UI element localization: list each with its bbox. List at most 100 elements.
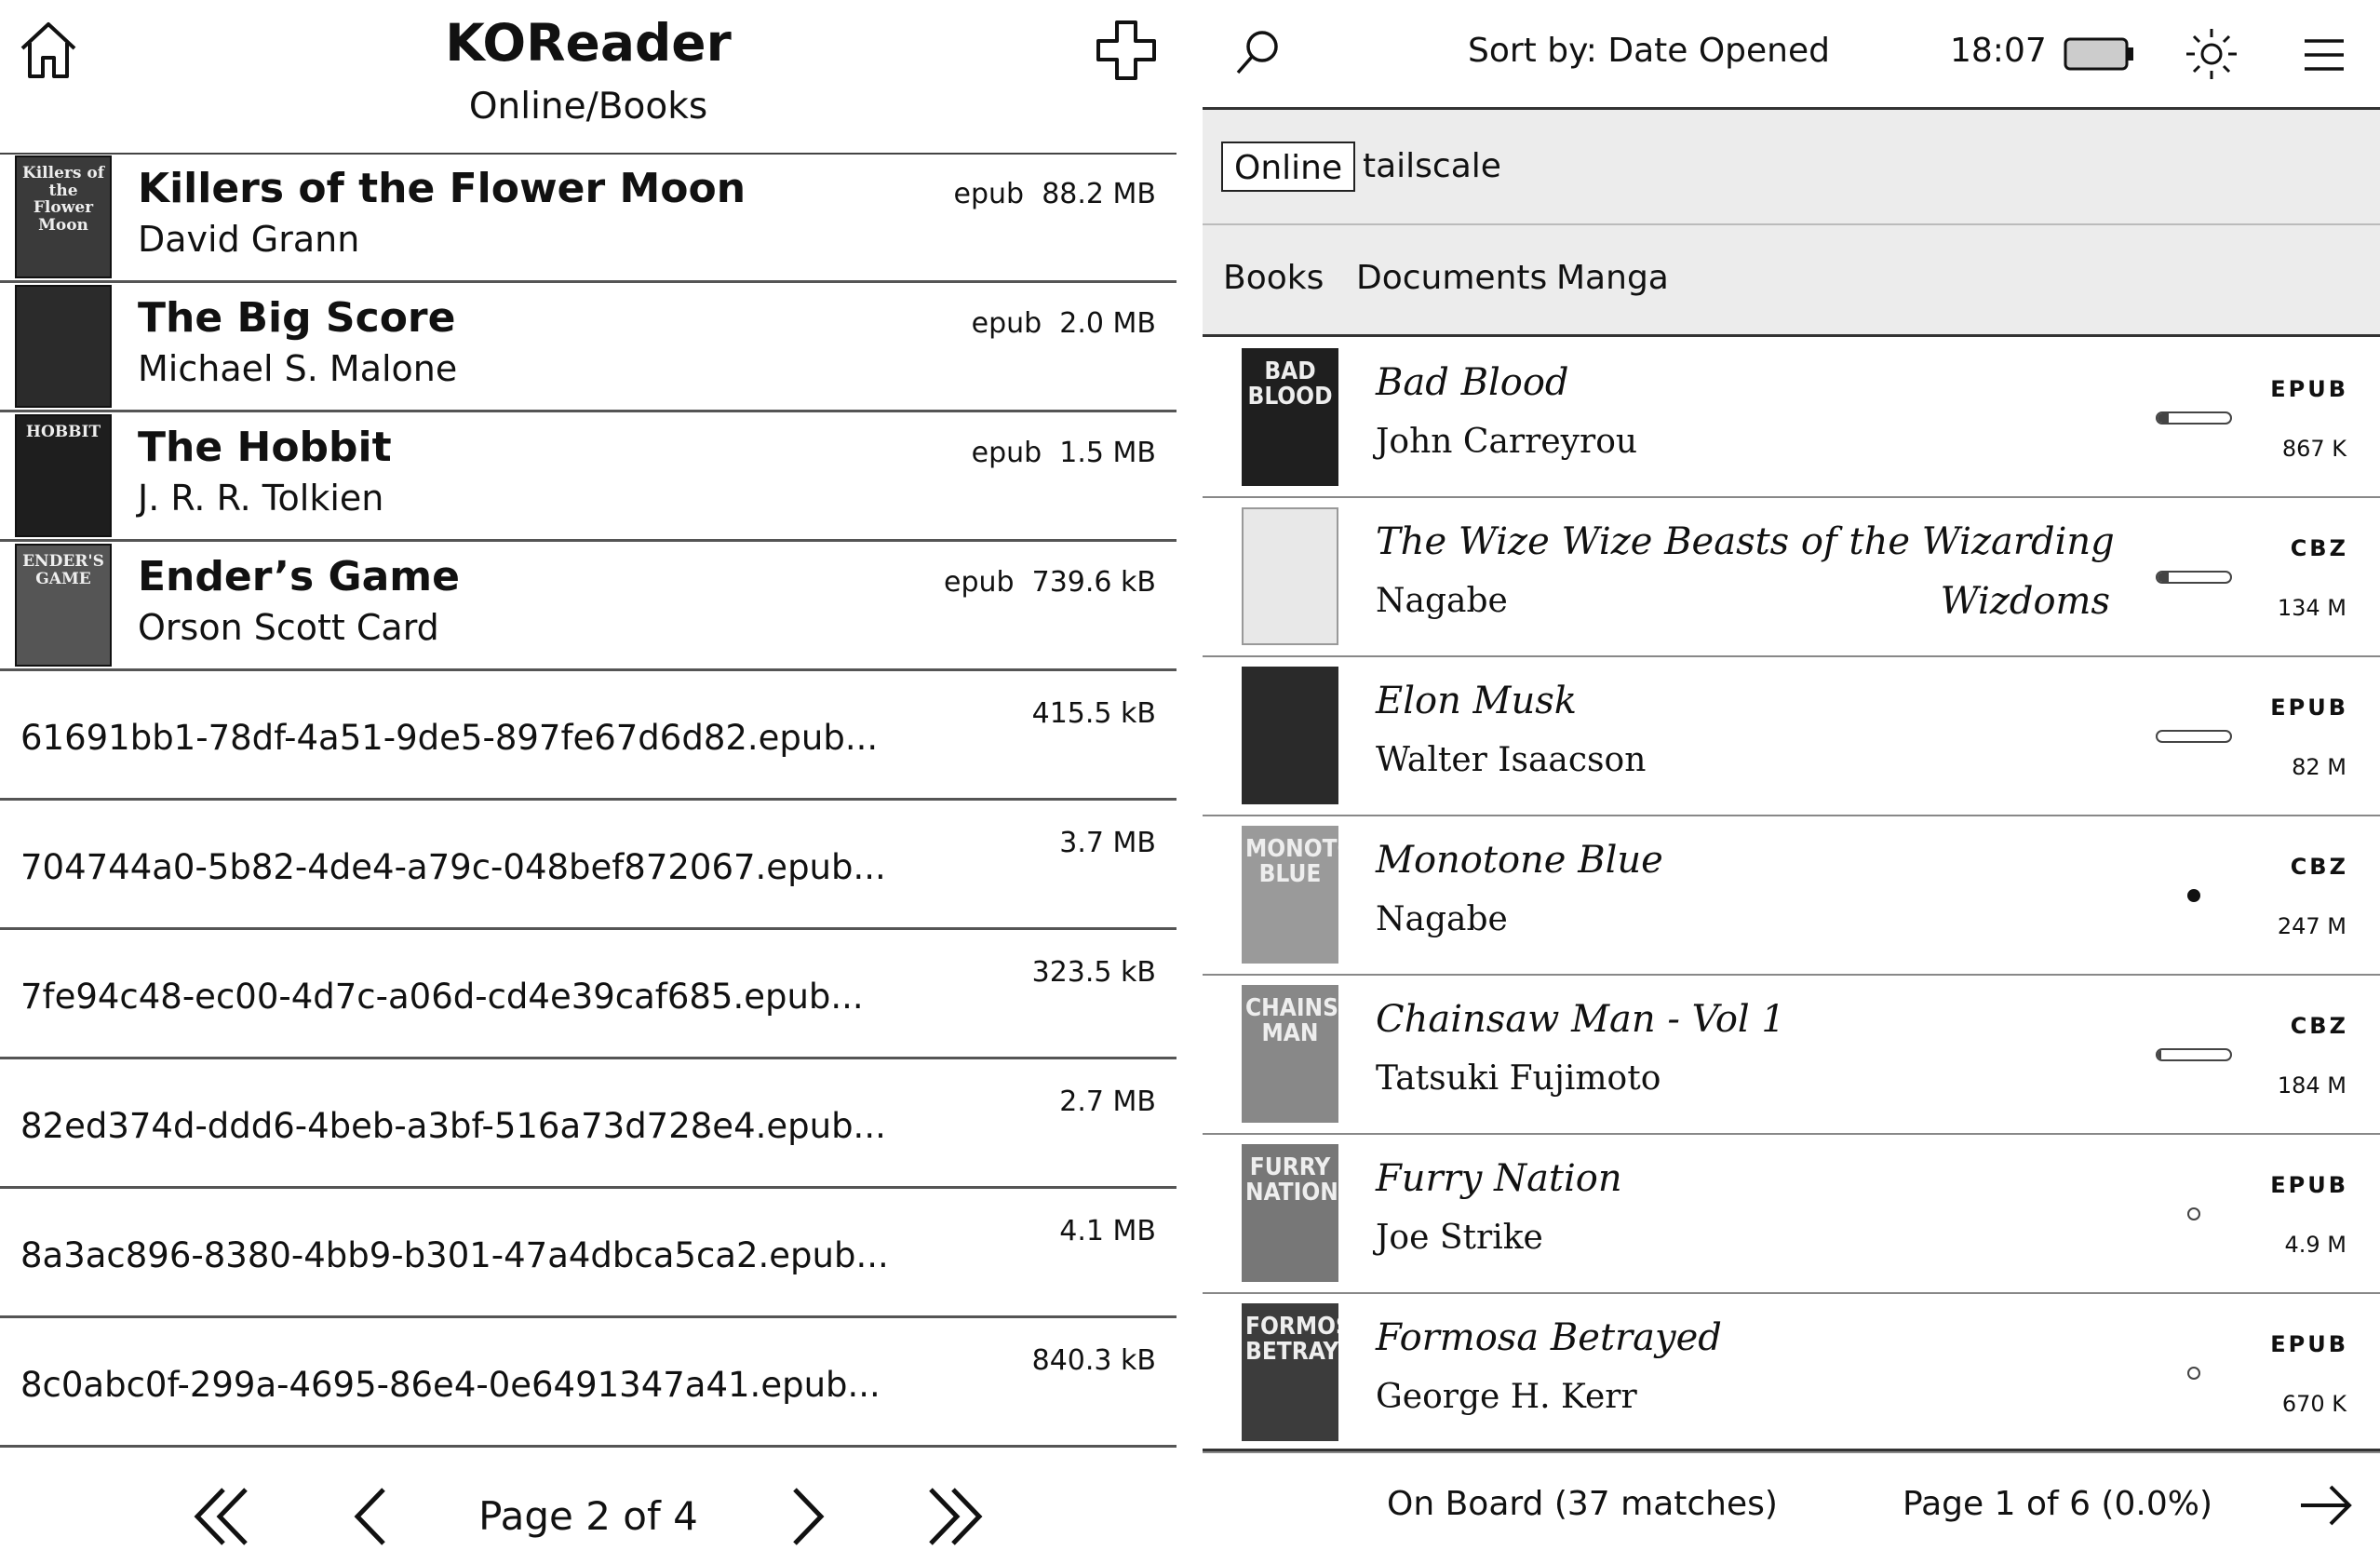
category-tabs: Books Documents Manga bbox=[1203, 225, 2380, 337]
first-page-icon[interactable] bbox=[182, 1480, 261, 1553]
item-size: 4.9 M bbox=[2284, 1232, 2346, 1258]
next-page-icon[interactable] bbox=[765, 1480, 843, 1553]
reading-progress-fill bbox=[2158, 573, 2169, 582]
tab-documents[interactable]: Documents bbox=[1356, 259, 1547, 297]
book-cover: BAD BLOOD bbox=[1242, 348, 1338, 486]
book-meta: epub 1.5 MB bbox=[972, 437, 1156, 469]
book-size: 2.0 MB bbox=[1059, 307, 1156, 340]
book-title: Killers of the Flower Moon bbox=[138, 165, 746, 212]
book-title: The Hobbit bbox=[138, 424, 392, 471]
app-title: KOReader bbox=[445, 13, 732, 73]
book-cover bbox=[15, 285, 112, 408]
status-dot bbox=[2187, 889, 2200, 902]
book-cover: CHAINSAW MAN bbox=[1242, 985, 1338, 1123]
book-row[interactable]: ENDER'S GAME Ender’s Game Orson Scott Ca… bbox=[0, 542, 1177, 671]
prev-page-icon[interactable] bbox=[335, 1480, 413, 1553]
current-path: Online/Books bbox=[468, 86, 708, 128]
brightness-icon[interactable] bbox=[2184, 26, 2239, 82]
plus-icon[interactable] bbox=[1095, 19, 1158, 82]
file-row[interactable]: 61691bb1-78df-4a51-9de5-897fe67d6d82.epu… bbox=[0, 671, 1177, 801]
search-query[interactable]: tailscale bbox=[1363, 147, 1501, 185]
sort-selector[interactable]: Sort by: Date Opened bbox=[1468, 32, 1830, 70]
page-indicator[interactable]: Page 2 of 4 bbox=[465, 1493, 711, 1539]
opds-panel: Sort by: Date Opened 18:07 Online tailsc… bbox=[1203, 0, 2380, 1564]
item-size: 82 M bbox=[2292, 754, 2346, 780]
page-indicator[interactable]: Page 1 of 6 (0.0%) bbox=[1903, 1485, 2212, 1523]
reading-progress-fill bbox=[2158, 1050, 2161, 1059]
item-author: Nagabe bbox=[1376, 900, 1508, 938]
book-cover bbox=[1242, 667, 1338, 804]
file-name: 8c0abc0f-299a-4695-86e4-0e6491347a41.epu… bbox=[20, 1365, 881, 1405]
file-row[interactable]: 704744a0-5b82-4de4-a79c-048bef872067.epu… bbox=[0, 801, 1177, 930]
item-title: The Wize Wize Beasts of the Wizarding bbox=[1376, 520, 2115, 563]
library-item[interactable]: CHAINSAW MAN Chainsaw Man - Vol 1 Tatsuk… bbox=[1203, 976, 2380, 1135]
file-row[interactable]: 82ed374d-ddd6-4beb-a3bf-516a73d728e4.epu… bbox=[0, 1059, 1177, 1189]
file-size: 4.1 MB bbox=[1059, 1215, 1156, 1247]
file-size: 3.7 MB bbox=[1059, 827, 1156, 859]
file-size: 415.5 kB bbox=[1031, 697, 1156, 730]
arrow-right-icon[interactable] bbox=[2297, 1479, 2355, 1531]
book-format: epub bbox=[953, 178, 1025, 210]
book-author: Orson Scott Card bbox=[138, 607, 439, 648]
reading-progress bbox=[2156, 571, 2232, 584]
file-name: 7fe94c48-ec00-4d7c-a06d-cd4e39caf685.epu… bbox=[20, 977, 864, 1017]
item-format: CBZ bbox=[2290, 1013, 2348, 1039]
item-format: EPUB bbox=[2270, 1172, 2348, 1198]
file-name: 82ed374d-ddd6-4beb-a3bf-516a73d728e4.epu… bbox=[20, 1106, 886, 1146]
item-size: 867 K bbox=[2281, 436, 2346, 462]
book-format: epub bbox=[943, 566, 1015, 599]
file-name: 704744a0-5b82-4de4-a79c-048bef872067.epu… bbox=[20, 847, 886, 887]
file-row[interactable]: 8c0abc0f-299a-4695-86e4-0e6491347a41.epu… bbox=[0, 1318, 1177, 1448]
item-author: Walter Isaacson bbox=[1376, 741, 1647, 779]
item-size: 134 M bbox=[2277, 595, 2346, 621]
item-author: John Carreyrou bbox=[1376, 423, 1638, 461]
file-list: Killers of the Flower Moon Killers of th… bbox=[0, 154, 1177, 1448]
item-author: Nagabe bbox=[1376, 582, 1508, 620]
reading-progress-fill bbox=[2158, 413, 2169, 423]
online-filter-chip[interactable]: Online bbox=[1221, 142, 1356, 192]
file-size: 323.5 kB bbox=[1031, 956, 1156, 989]
library-item[interactable]: FURRY NATION Furry Nation Joe Strike EPU… bbox=[1203, 1135, 2380, 1294]
reading-progress bbox=[2156, 730, 2232, 743]
reading-progress bbox=[2156, 1048, 2232, 1061]
item-format: CBZ bbox=[2290, 535, 2348, 561]
match-count[interactable]: On Board (37 matches) bbox=[1387, 1485, 1778, 1523]
book-row[interactable]: Killers of the Flower Moon Killers of th… bbox=[0, 154, 1177, 283]
top-bar: Sort by: Date Opened 18:07 bbox=[1203, 0, 2380, 110]
book-cover: HOBBIT bbox=[15, 414, 112, 537]
file-row[interactable]: 7fe94c48-ec00-4d7c-a06d-cd4e39caf685.epu… bbox=[0, 930, 1177, 1059]
book-meta: epub 2.0 MB bbox=[972, 307, 1156, 340]
last-page-icon[interactable] bbox=[916, 1480, 994, 1553]
library-item[interactable]: The Wize Wize Beasts of the Wizarding Na… bbox=[1203, 498, 2380, 657]
book-author: Michael S. Malone bbox=[138, 348, 458, 389]
book-row[interactable]: HOBBIT The Hobbit J. R. R. Tolkien epub … bbox=[0, 412, 1177, 542]
book-cover bbox=[1242, 507, 1338, 645]
item-size: 184 M bbox=[2277, 1072, 2346, 1099]
item-title: Chainsaw Man - Vol 1 bbox=[1376, 998, 1785, 1041]
menu-icon[interactable] bbox=[2301, 32, 2347, 78]
book-cover: FORMOSA BETRAYED bbox=[1242, 1303, 1338, 1441]
status-footer: On Board (37 matches) Page 1 of 6 (0.0%) bbox=[1203, 1449, 2380, 1564]
library-item[interactable]: Elon Musk Walter Isaacson EPUB 82 M bbox=[1203, 657, 2380, 816]
file-row[interactable]: 8a3ac896-8380-4bb9-b301-47a4dbca5ca2.epu… bbox=[0, 1189, 1177, 1318]
library-list: BAD BLOOD Bad Blood John Carreyrou EPUB … bbox=[1203, 339, 2380, 1453]
search-icon[interactable] bbox=[1230, 26, 1284, 80]
library-item[interactable]: FORMOSA BETRAYED Formosa Betrayed George… bbox=[1203, 1294, 2380, 1453]
tab-books[interactable]: Books bbox=[1223, 259, 1324, 297]
item-title-continuation: Wizdoms bbox=[1940, 580, 2110, 623]
item-author: George H. Kerr bbox=[1376, 1378, 1637, 1416]
item-size: 247 M bbox=[2277, 913, 2346, 939]
book-format: epub bbox=[971, 437, 1042, 469]
item-size: 670 K bbox=[2281, 1391, 2346, 1417]
battery-icon bbox=[2063, 35, 2137, 73]
book-meta: epub 739.6 kB bbox=[944, 566, 1156, 599]
item-title: Bad Blood bbox=[1376, 361, 1569, 404]
library-item[interactable]: BAD BLOOD Bad Blood John Carreyrou EPUB … bbox=[1203, 339, 2380, 498]
library-item[interactable]: MONOTONE BLUE Monotone Blue Nagabe CBZ 2… bbox=[1203, 816, 2380, 976]
book-cover: Killers of the Flower Moon bbox=[15, 155, 112, 278]
book-size: 739.6 kB bbox=[1031, 566, 1156, 599]
book-row[interactable]: The Big Score Michael S. Malone epub 2.0… bbox=[0, 283, 1177, 412]
file-name: 8a3ac896-8380-4bb9-b301-47a4dbca5ca2.epu… bbox=[20, 1235, 889, 1275]
tab-manga[interactable]: Manga bbox=[1556, 259, 1669, 297]
search-bar: Online tailscale bbox=[1203, 110, 2380, 225]
